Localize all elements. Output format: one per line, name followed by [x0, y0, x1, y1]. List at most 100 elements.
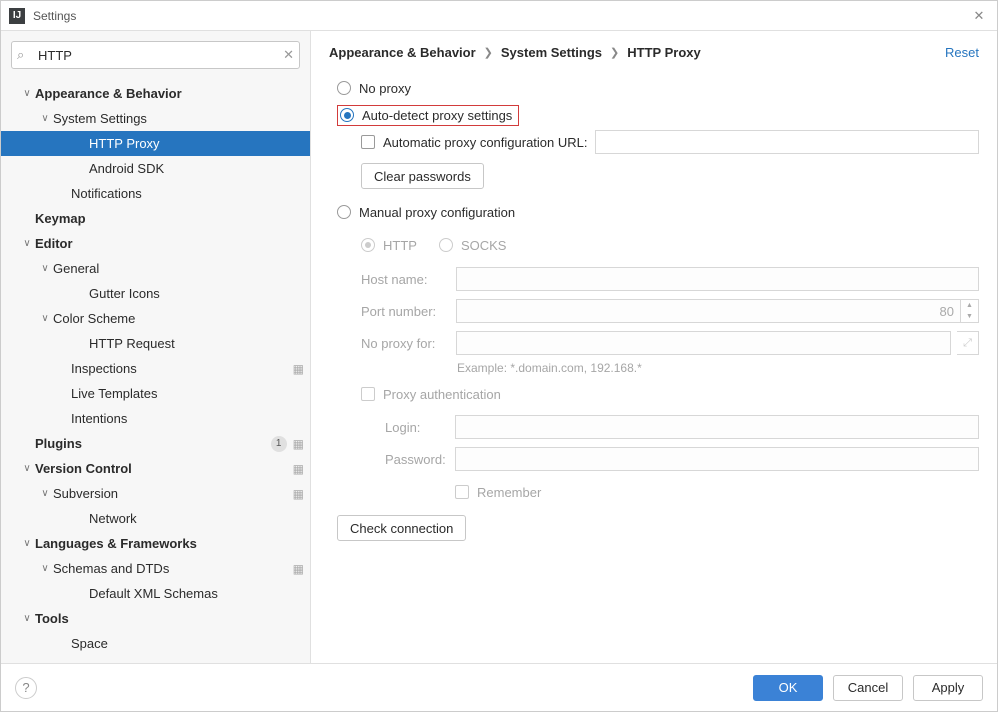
tree-item-label: Version Control [35, 461, 287, 476]
checkbox-remember: Remember [455, 479, 979, 505]
tree-item-android-sdk[interactable]: Android SDK [1, 156, 310, 181]
tree-item-label: Color Scheme [53, 311, 304, 326]
chevron-down-icon[interactable]: ∨ [19, 463, 35, 474]
chevron-down-icon[interactable]: ∨ [37, 263, 53, 274]
example-text: Example: *.domain.com, 192.168.* [457, 361, 979, 375]
tree-item-keymap[interactable]: Keymap [1, 206, 310, 231]
chevron-down-icon[interactable]: ∨ [19, 613, 35, 624]
tree-item-system-settings[interactable]: ∨System Settings [1, 106, 310, 131]
chevron-down-icon[interactable]: ∨ [37, 113, 53, 124]
breadcrumb-a[interactable]: Appearance & Behavior [329, 45, 476, 60]
scope-icon: ▦ [293, 437, 304, 451]
radio-icon [340, 108, 354, 122]
badge: 1 [271, 436, 287, 452]
chevron-down-icon[interactable]: ∨ [19, 238, 35, 249]
radio-icon [361, 238, 375, 252]
tree-item-label: HTTP Request [89, 336, 304, 351]
chevron-down-icon[interactable]: ∨ [37, 488, 53, 499]
host-label: Host name: [361, 272, 456, 287]
tree-item-schemas-and-dtds[interactable]: ∨Schemas and DTDs▦ [1, 556, 310, 581]
tree-item-default-xml-schemas[interactable]: Default XML Schemas [1, 581, 310, 606]
apply-button[interactable]: Apply [913, 675, 983, 701]
tree-item-space[interactable]: Space [1, 631, 310, 656]
tree-item-network[interactable]: Network [1, 506, 310, 531]
breadcrumb: Appearance & Behavior ❯ System Settings … [329, 45, 979, 60]
tree-item-label: Intentions [71, 411, 304, 426]
tree-item-label: Languages & Frameworks [35, 536, 304, 551]
breadcrumb-c: HTTP Proxy [627, 45, 700, 60]
password-input [455, 447, 979, 471]
tree-item-label: Keymap [35, 211, 304, 226]
tree-item-color-scheme[interactable]: ∨Color Scheme [1, 306, 310, 331]
tree-item-plugins[interactable]: Plugins1▦ [1, 431, 310, 456]
radio-icon [439, 238, 453, 252]
tree-item-http-proxy[interactable]: HTTP Proxy [1, 131, 310, 156]
port-stepper: ▲▼ [961, 299, 979, 323]
tree-item-gutter-icons[interactable]: Gutter Icons [1, 281, 310, 306]
window-title: Settings [33, 9, 969, 23]
tree-item-label: System Settings [53, 111, 304, 126]
login-input [455, 415, 979, 439]
tree-item-inspections[interactable]: Inspections▦ [1, 356, 310, 381]
tree-item-languages-frameworks[interactable]: ∨Languages & Frameworks [1, 531, 310, 556]
checkbox-auto-url[interactable]: Automatic proxy configuration URL: [361, 129, 979, 155]
search-input[interactable] [11, 41, 300, 69]
tree-item-label: Space [71, 636, 304, 651]
tree-item-subversion[interactable]: ∨Subversion▦ [1, 481, 310, 506]
tree-item-general[interactable]: ∨General [1, 256, 310, 281]
tree-item-label: Tools [35, 611, 304, 626]
tree-item-label: Notifications [71, 186, 304, 201]
chevron-right-icon: ❯ [610, 46, 619, 59]
help-button[interactable]: ? [15, 677, 37, 699]
tree-item-live-templates[interactable]: Live Templates [1, 381, 310, 406]
expand-icon: ⤢ [957, 331, 979, 355]
tree-item-label: Android SDK [89, 161, 304, 176]
tree-item-notifications[interactable]: Notifications [1, 181, 310, 206]
clear-passwords-button[interactable]: Clear passwords [361, 163, 484, 189]
chevron-down-icon[interactable]: ∨ [19, 538, 35, 549]
radio-label: Manual proxy configuration [359, 205, 515, 220]
radio-auto-detect[interactable]: Auto-detect proxy settings [337, 105, 519, 126]
breadcrumb-b[interactable]: System Settings [501, 45, 602, 60]
chevron-up-icon: ▲ [961, 300, 978, 311]
reset-link[interactable]: Reset [945, 45, 979, 60]
tree-item-intentions[interactable]: Intentions [1, 406, 310, 431]
checkbox-label: Proxy authentication [383, 387, 501, 402]
radio-icon [337, 81, 351, 95]
chevron-down-icon[interactable]: ∨ [19, 88, 35, 99]
auto-url-input[interactable] [595, 130, 979, 154]
tree-item-editor[interactable]: ∨Editor [1, 231, 310, 256]
chevron-down-icon[interactable]: ∨ [37, 313, 53, 324]
ok-button[interactable]: OK [753, 675, 823, 701]
checkbox-icon [361, 135, 375, 149]
port-label: Port number: [361, 304, 456, 319]
port-input [456, 299, 961, 323]
radio-manual-proxy[interactable]: Manual proxy configuration [337, 199, 979, 225]
radio-label: SOCKS [461, 238, 507, 253]
tree-item-version-control[interactable]: ∨Version Control▦ [1, 456, 310, 481]
radio-label: No proxy [359, 81, 411, 96]
close-icon[interactable]: ✕ [969, 6, 989, 26]
radio-no-proxy[interactable]: No proxy [337, 75, 979, 101]
tree-item-appearance-behavior[interactable]: ∨Appearance & Behavior [1, 81, 310, 106]
scope-icon: ▦ [293, 487, 304, 501]
tree-item-label: Live Templates [71, 386, 304, 401]
checkbox-icon [361, 387, 375, 401]
app-icon: IJ [9, 8, 25, 24]
settings-tree: ∨Appearance & Behavior∨System SettingsHT… [1, 79, 310, 663]
tree-item-http-request[interactable]: HTTP Request [1, 331, 310, 356]
check-connection-button[interactable]: Check connection [337, 515, 466, 541]
tree-item-label: General [53, 261, 304, 276]
chevron-down-icon[interactable]: ∨ [37, 563, 53, 574]
scope-icon: ▦ [293, 362, 304, 376]
search-icon: ⌕ [17, 47, 24, 63]
cancel-button[interactable]: Cancel [833, 675, 903, 701]
radio-label: Auto-detect proxy settings [362, 108, 512, 123]
tree-item-tools[interactable]: ∨Tools [1, 606, 310, 631]
tree-item-label: Editor [35, 236, 304, 251]
chevron-right-icon: ❯ [484, 46, 493, 59]
clear-search-icon[interactable]: ✕ [283, 47, 294, 63]
password-label: Password: [385, 452, 455, 467]
radio-icon [337, 205, 351, 219]
chevron-down-icon: ▼ [961, 311, 978, 322]
